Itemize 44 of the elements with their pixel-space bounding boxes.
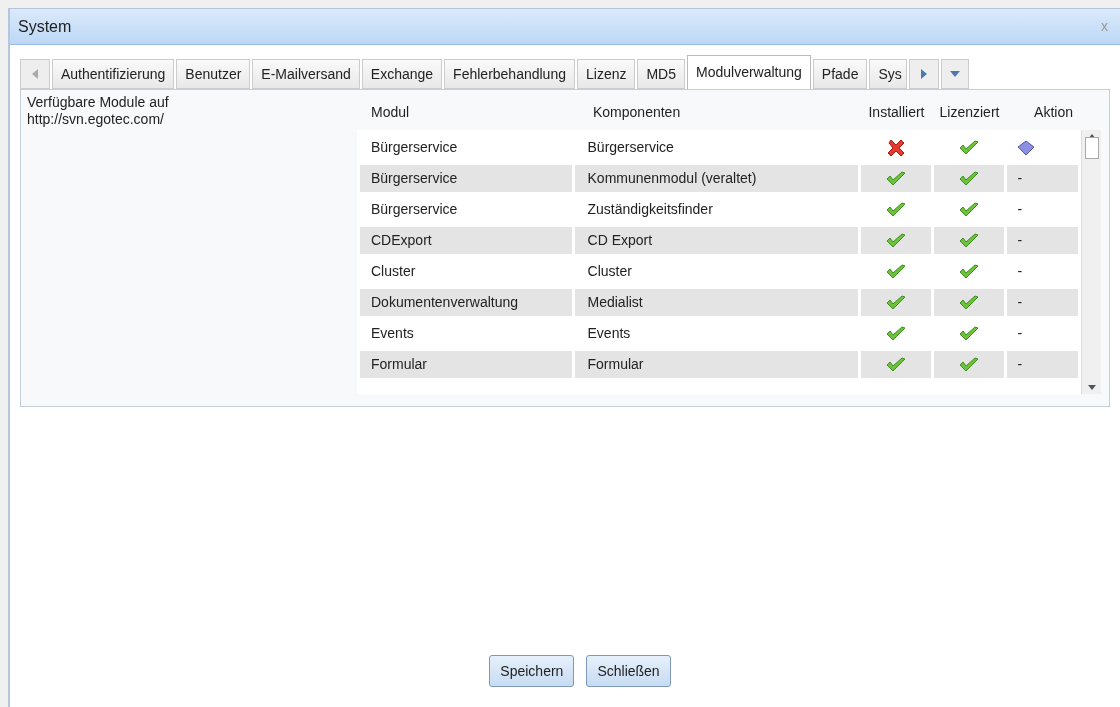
- tab[interactable]: Modulverwaltung: [687, 55, 811, 89]
- action-text: -: [1017, 169, 1023, 188]
- tab[interactable]: Lizenz: [577, 59, 636, 89]
- diamond-icon[interactable]: [1017, 139, 1036, 156]
- table-cell: Kommunenmodul (veraltet): [574, 165, 858, 192]
- table-cell: Bürgerservice: [360, 165, 572, 192]
- scrollbar-thumb[interactable]: [1084, 137, 1099, 159]
- action-text: -: [1017, 324, 1023, 343]
- action-text: -: [1017, 231, 1023, 250]
- tab[interactable]: Benutzer: [176, 59, 251, 89]
- left-arrow-icon: [32, 69, 38, 79]
- source-url: http://svn.egotec.com/: [27, 111, 165, 128]
- column-header: Modul: [370, 102, 411, 122]
- tab[interactable]: MD5: [637, 59, 685, 89]
- table-cell: CDExport: [360, 227, 572, 254]
- dropdown-arrow-icon: [950, 71, 961, 77]
- right-arrow-icon: [921, 69, 928, 79]
- action-text: -: [1017, 293, 1023, 312]
- table-cell: Formular: [574, 351, 858, 378]
- table-cell: Medialist: [574, 289, 858, 316]
- dialog-button[interactable]: Speichern: [489, 655, 575, 687]
- table-cell: Formular: [360, 351, 572, 378]
- action-text: -: [1017, 200, 1023, 219]
- dialog-button[interactable]: Schließen: [586, 655, 671, 687]
- scrollbar[interactable]: [1081, 130, 1101, 394]
- tab[interactable]: Sys: [869, 59, 908, 89]
- tab-menu-button[interactable]: [941, 59, 970, 89]
- window-title: System: [18, 16, 72, 37]
- action-text: -: [1017, 262, 1023, 281]
- column-header: Lizenziert: [938, 102, 1001, 122]
- table-cell: Dokumentenverwaltung: [360, 289, 572, 316]
- column-header: Komponenten: [592, 102, 682, 122]
- column-header: Aktion: [1033, 102, 1074, 122]
- table-cell: CD Export: [574, 227, 858, 254]
- tab[interactable]: Authentifizierung: [52, 59, 175, 89]
- action-text: -: [1017, 355, 1023, 374]
- down-arrow-icon: [1087, 385, 1096, 390]
- scroll-right-button[interactable]: [909, 59, 940, 89]
- column-header: Installiert: [867, 102, 926, 122]
- tab[interactable]: Pfade: [812, 59, 868, 89]
- tab[interactable]: Fehlerbehandlung: [444, 59, 575, 89]
- tab[interactable]: Exchange: [361, 59, 443, 89]
- source-label: Verfügbare Module auf: [27, 94, 170, 111]
- tab[interactable]: E-Mailversand: [252, 59, 360, 89]
